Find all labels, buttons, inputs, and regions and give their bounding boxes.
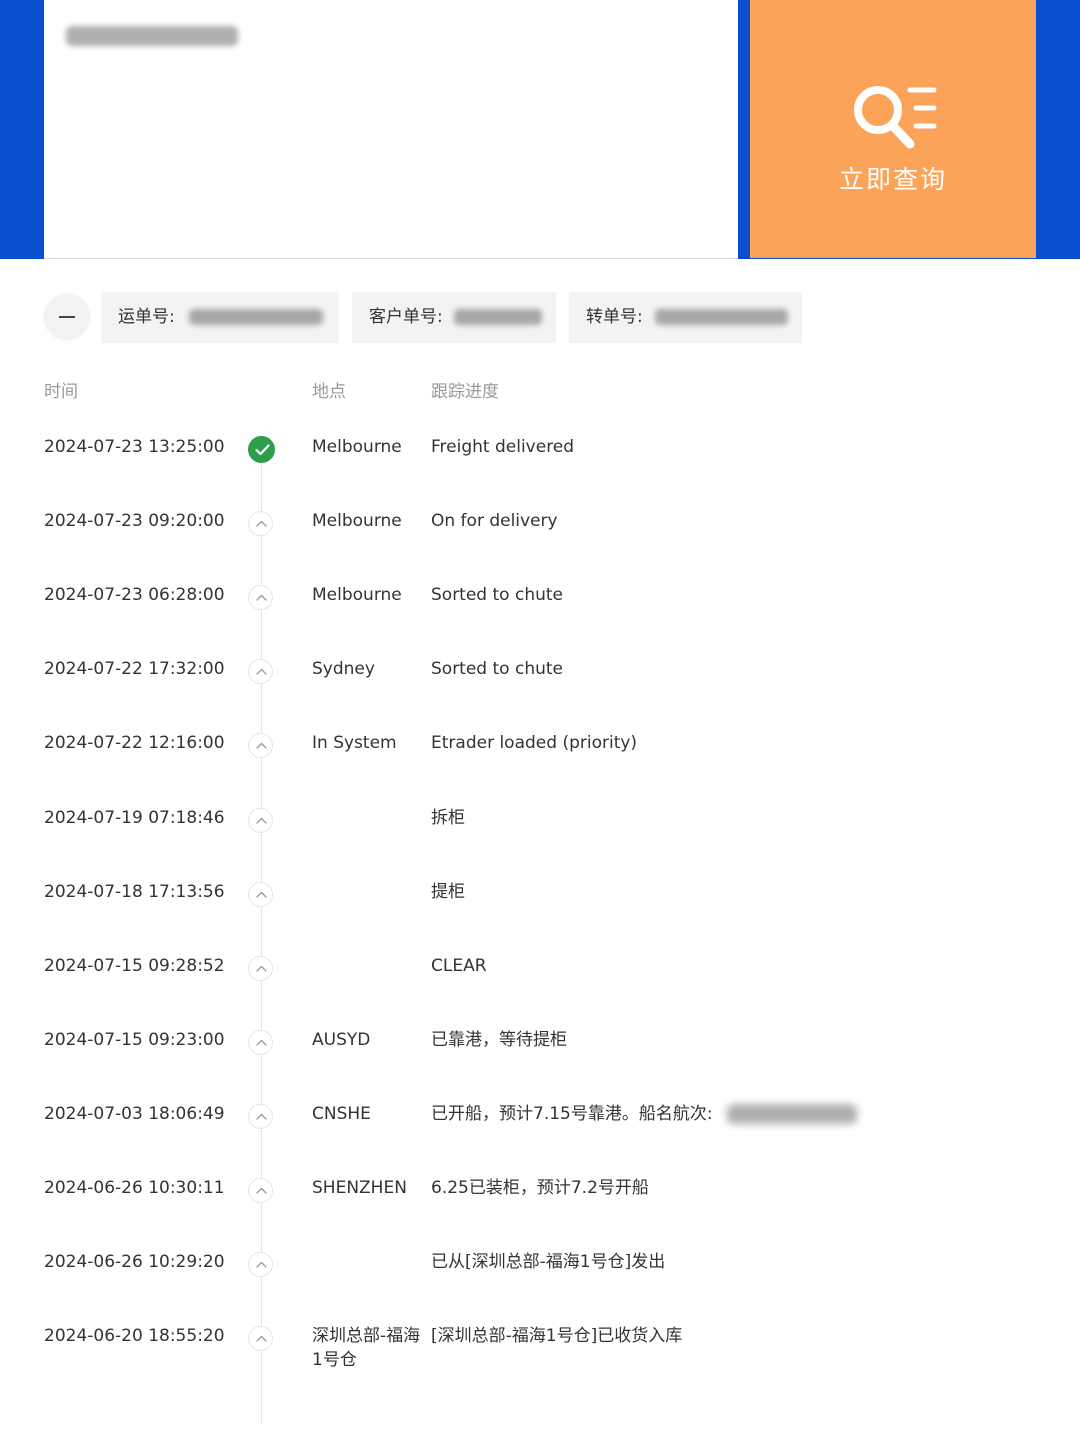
tracking-row: 2024-07-22 17:32:00 Sydney Sorted to chute bbox=[0, 657, 1080, 717]
header-progress: 跟踪进度 bbox=[431, 382, 499, 402]
event-progress: 拆柜 bbox=[431, 806, 465, 830]
event-time: 2024-06-20 18:55:20 bbox=[44, 1326, 225, 1346]
event-progress-text: Sorted to chute bbox=[431, 585, 563, 605]
event-time: 2024-07-22 12:16:00 bbox=[44, 733, 225, 753]
tracking-row: 2024-07-23 06:28:00 Melbourne Sorted to ch… bbox=[0, 583, 1080, 643]
transfer-number-label: 转单号: bbox=[586, 307, 643, 327]
event-location: Melbourne bbox=[312, 585, 402, 605]
event-location: Melbourne bbox=[312, 511, 402, 531]
query-now-button[interactable]: 立即查询 bbox=[750, 0, 1036, 258]
event-progress-text: 已从[深圳总部-福海1号仓]发出 bbox=[431, 1252, 666, 1272]
event-location: 深圳总部-福海1号仓 bbox=[312, 1326, 421, 1370]
tracking-row: 2024-07-03 18:06:49 CNSHE 已开船，预计7.15号靠港。船名… bbox=[0, 1102, 1080, 1162]
event-time: 2024-07-19 07:18:46 bbox=[44, 808, 225, 828]
chevron-up-icon[interactable] bbox=[248, 1104, 273, 1129]
chevron-up-icon[interactable] bbox=[248, 1178, 273, 1203]
event-progress: On for delivery bbox=[431, 509, 558, 533]
event-location: CNSHE bbox=[312, 1104, 371, 1124]
chevron-up-icon[interactable] bbox=[248, 733, 273, 758]
event-progress-text: 已开船，预计7.15号靠港。船名航次: bbox=[431, 1104, 713, 1124]
header-location: 地点 bbox=[312, 382, 346, 402]
query-now-label: 立即查询 bbox=[838, 165, 947, 194]
event-progress: 已从[深圳总部-福海1号仓]发出 bbox=[431, 1250, 665, 1274]
redacted-vessel-voyage bbox=[726, 1104, 857, 1124]
chevron-up-icon[interactable] bbox=[248, 1030, 273, 1055]
event-time: 2024-07-23 06:28:00 bbox=[44, 585, 225, 605]
event-time: 2024-07-22 17:32:00 bbox=[44, 659, 225, 679]
event-progress-text: On for delivery bbox=[431, 511, 558, 531]
tracking-row: 2024-07-23 09:20:00 Melbourne On for deliv… bbox=[0, 509, 1080, 569]
event-location: In System bbox=[312, 733, 397, 753]
chevron-up-icon[interactable] bbox=[248, 956, 273, 981]
event-progress-text: 6.25已装柜，预计7.2号开船 bbox=[431, 1178, 649, 1198]
event-location: AUSYD bbox=[312, 1030, 371, 1050]
event-progress: Freight delivered bbox=[431, 435, 574, 459]
tracking-row: 2024-06-20 18:55:20 深圳总部-福海1号仓 [深圳总部-福海1号仓… bbox=[0, 1324, 1080, 1384]
waybill-number-tag: 运单号: bbox=[101, 292, 339, 343]
search-list-icon bbox=[854, 86, 937, 149]
event-time: 2024-07-15 09:28:52 bbox=[44, 956, 225, 976]
event-progress: 6.25已装柜，预计7.2号开船 bbox=[431, 1176, 649, 1200]
event-progress: Sorted to chute bbox=[431, 657, 563, 681]
event-progress: 已靠港，等待提柜 bbox=[431, 1028, 567, 1052]
event-progress-text: 拆柜 bbox=[431, 808, 465, 828]
event-time: 2024-07-18 17:13:56 bbox=[44, 882, 225, 902]
tracking-row: 2024-07-15 09:28:52 CLEAR bbox=[0, 954, 1080, 1014]
transfer-number-tag: 转单号: bbox=[569, 292, 802, 343]
chevron-up-icon[interactable] bbox=[248, 1252, 273, 1277]
event-location: Sydney bbox=[312, 659, 375, 679]
redacted-input-text bbox=[66, 26, 238, 46]
tracking-row: 2024-06-26 10:29:20 已从[深圳总部-福海1号仓]发出 bbox=[0, 1250, 1080, 1310]
chevron-up-icon[interactable] bbox=[248, 585, 273, 610]
event-progress-text: 提柜 bbox=[431, 882, 465, 902]
event-location: Melbourne bbox=[312, 437, 402, 457]
header-time: 时间 bbox=[44, 382, 78, 402]
redacted-transfer-number bbox=[655, 309, 788, 325]
minus-icon bbox=[59, 316, 75, 318]
collapse-button[interactable] bbox=[44, 294, 90, 340]
event-progress-text: Freight delivered bbox=[431, 437, 575, 457]
customer-number-label: 客户单号: bbox=[369, 307, 443, 327]
event-progress-text: 已靠港，等待提柜 bbox=[431, 1030, 567, 1050]
tracking-row: 2024-07-15 09:23:00 AUSYD 已靠港，等待提柜 bbox=[0, 1028, 1080, 1088]
event-time: 2024-06-26 10:29:20 bbox=[44, 1252, 225, 1272]
event-time: 2024-07-23 13:25:00 bbox=[44, 437, 225, 457]
event-progress: CLEAR bbox=[431, 954, 487, 978]
chevron-up-icon[interactable] bbox=[248, 511, 273, 536]
event-progress: Sorted to chute bbox=[431, 583, 563, 607]
event-progress: 提柜 bbox=[431, 880, 465, 904]
redacted-waybill-number bbox=[189, 309, 323, 325]
event-progress-text: CLEAR bbox=[431, 956, 487, 976]
event-progress: [深圳总部-福海1号仓]已收货入库 bbox=[431, 1324, 682, 1348]
event-progress: Etrader loaded (priority) bbox=[431, 731, 637, 755]
event-progress-text: Sorted to chute bbox=[431, 659, 563, 679]
event-time: 2024-06-26 10:30:11 bbox=[44, 1178, 225, 1198]
event-time: 2024-07-15 09:23:00 bbox=[44, 1030, 225, 1050]
event-progress: 已开船，预计7.15号靠港。船名航次: bbox=[431, 1102, 857, 1126]
event-progress-text: Etrader loaded (priority) bbox=[431, 733, 638, 753]
event-time: 2024-07-03 18:06:49 bbox=[44, 1104, 225, 1124]
tracking-row: 2024-07-23 13:25:00 Melbourne Freight deli… bbox=[0, 435, 1080, 495]
tracking-row: 2024-07-19 07:18:46 拆柜 bbox=[0, 806, 1080, 866]
customer-number-tag: 客户单号: bbox=[352, 292, 556, 343]
redacted-customer-number bbox=[454, 309, 542, 325]
chevron-up-icon[interactable] bbox=[248, 808, 273, 833]
event-progress-text: [深圳总部-福海1号仓]已收货入库 bbox=[431, 1326, 683, 1346]
waybill-number-label: 运单号: bbox=[118, 307, 175, 327]
tracking-row: 2024-06-26 10:30:11 SHENZHEN 6.25已装柜，预计7.2… bbox=[0, 1176, 1080, 1236]
tracking-number-input[interactable] bbox=[44, 0, 738, 259]
chevron-up-icon[interactable] bbox=[248, 1326, 273, 1351]
event-time: 2024-07-23 09:20:00 bbox=[44, 511, 225, 531]
tracking-row: 2024-07-22 12:16:00 In System Etrader load… bbox=[0, 731, 1080, 791]
check-icon bbox=[248, 436, 275, 463]
tracking-row: 2024-07-18 17:13:56 提柜 bbox=[0, 880, 1080, 940]
chevron-up-icon[interactable] bbox=[248, 882, 273, 907]
event-location: SHENZHEN bbox=[312, 1178, 407, 1198]
chevron-up-icon[interactable] bbox=[248, 659, 273, 684]
